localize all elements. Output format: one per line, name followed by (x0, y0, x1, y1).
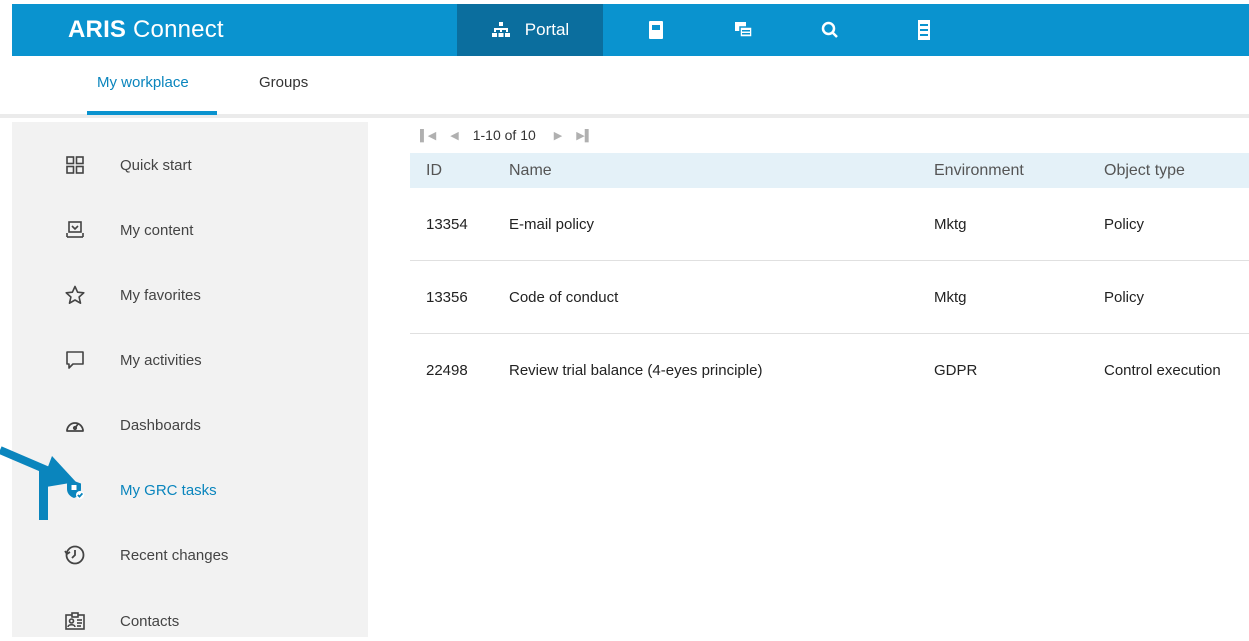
speech-bubble-icon (64, 349, 86, 371)
sidebar-item-label: Quick start (120, 156, 192, 174)
active-tab-indicator (87, 111, 217, 115)
document-icon (918, 20, 930, 40)
sidebar-item-my-content[interactable]: My content (12, 210, 368, 250)
chat-icon (735, 22, 753, 38)
table-row[interactable]: 13354 E-mail policy Mktg Policy (410, 188, 1249, 261)
sidebar-item-label: My GRC tasks (120, 481, 217, 499)
page-range: 1-10 of 10 (472, 127, 536, 143)
subtab-bar: My workplace Groups (0, 56, 1249, 118)
pagination: ▌◀ ◀ 1-10 of 10 ▶ ▶▌ (420, 125, 607, 145)
cell-name: Code of conduct (509, 289, 619, 306)
history-icon (64, 544, 86, 566)
last-page-icon[interactable]: ▶▌ (576, 129, 592, 142)
sidebar-item-quick-start[interactable]: Quick start (12, 145, 368, 185)
search-icon (821, 21, 839, 39)
column-header-name[interactable]: Name (509, 162, 552, 180)
tab-groups[interactable]: Groups (259, 74, 308, 91)
tab-my-workplace[interactable]: My workplace (97, 74, 189, 91)
next-page-icon[interactable]: ▶ (554, 129, 562, 142)
pointer-arrow-annotation (0, 446, 76, 520)
cell-object-type: Policy (1104, 216, 1145, 233)
previous-page-icon[interactable]: ◀ (450, 129, 458, 142)
star-icon (64, 284, 86, 306)
inbox-icon (64, 219, 86, 241)
sidebar: Quick start My content My favorites My a… (12, 122, 368, 637)
app-logo[interactable]: ARIS Connect (68, 16, 224, 44)
sidebar-item-label: My content (120, 221, 194, 239)
sidebar-item-label: Dashboards (120, 416, 201, 434)
cell-name: Review trial balance (4-eyes principle) (509, 362, 763, 379)
cell-name: E-mail policy (509, 216, 595, 233)
sidebar-item-label: Recent changes (120, 546, 229, 564)
cell-environment: GDPR (934, 362, 978, 379)
cell-environment: Mktg (934, 216, 967, 233)
sidebar-item-label: My favorites (120, 286, 201, 304)
search-button[interactable] (812, 4, 848, 56)
chat-button[interactable] (726, 4, 762, 56)
sidebar-item-my-activities[interactable]: My activities (12, 340, 368, 380)
table-row[interactable]: 13356 Code of conduct Mktg Policy (410, 261, 1249, 334)
column-header-object-type[interactable]: Object type (1104, 162, 1185, 180)
sitemap-icon (491, 22, 511, 38)
cell-id: 13356 (426, 289, 468, 306)
document-button[interactable] (906, 4, 942, 56)
book-button[interactable] (638, 4, 674, 56)
cell-id: 22498 (426, 362, 468, 379)
portal-button[interactable]: Portal (457, 4, 603, 56)
book-icon (649, 21, 663, 39)
results-table: ID Name Environment Object type 13354 E-… (410, 153, 1249, 407)
sidebar-item-recent-changes[interactable]: Recent changes (12, 535, 368, 575)
cell-id: 13354 (426, 216, 468, 233)
sidebar-item-contacts[interactable]: Contacts (12, 601, 368, 641)
first-page-icon[interactable]: ▌◀ (420, 129, 436, 142)
column-header-environment[interactable]: Environment (934, 162, 1024, 180)
cell-environment: Mktg (934, 289, 967, 306)
column-header-id[interactable]: ID (426, 162, 442, 180)
grid-icon (64, 154, 86, 176)
table-header: ID Name Environment Object type (410, 153, 1249, 188)
top-bar: ARIS Connect Portal (12, 4, 1249, 56)
cell-object-type: Control execution (1104, 362, 1221, 379)
sidebar-item-label: My activities (120, 351, 202, 369)
cell-object-type: Policy (1104, 289, 1145, 306)
sidebar-item-my-favorites[interactable]: My favorites (12, 275, 368, 315)
sidebar-item-label: Contacts (120, 612, 180, 630)
portal-label: Portal (524, 20, 570, 39)
contact-card-icon (64, 610, 86, 632)
table-row[interactable]: 22498 Review trial balance (4-eyes princ… (410, 334, 1249, 407)
